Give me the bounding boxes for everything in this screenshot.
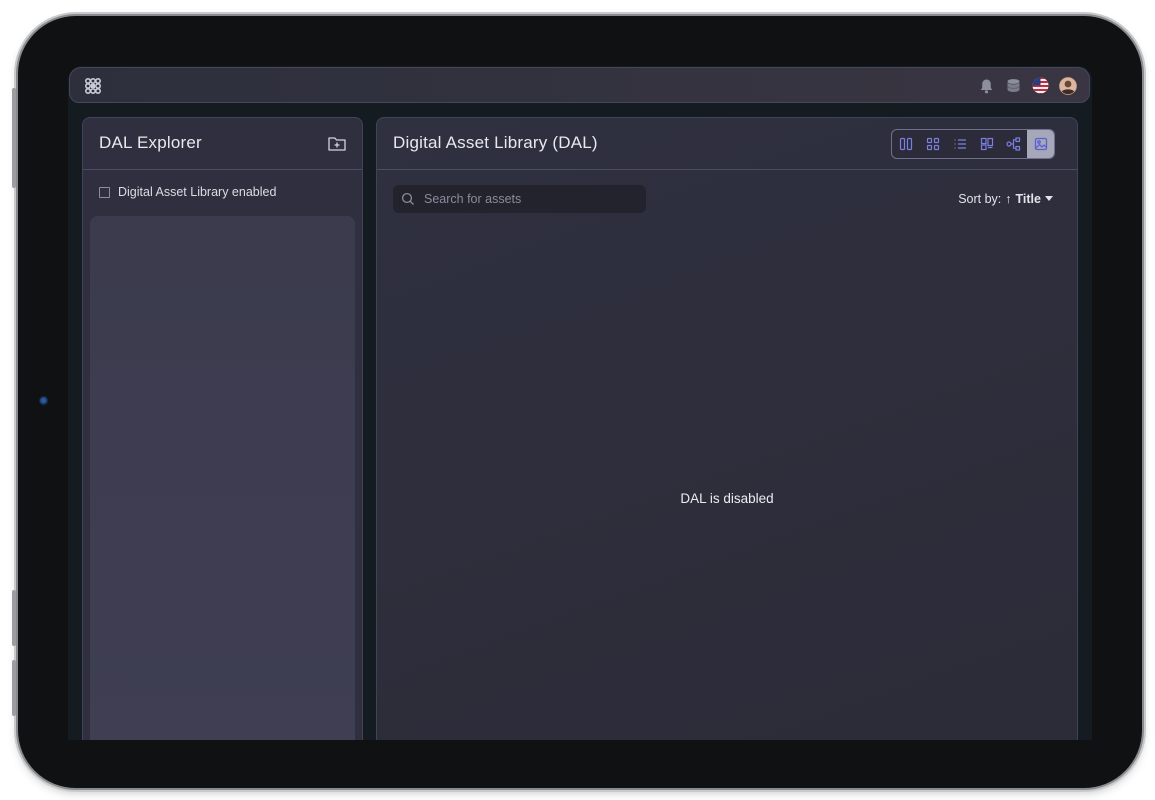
dal-explorer-panel: DAL Explorer Digital Asset Library enabl… bbox=[82, 117, 363, 740]
sort-control[interactable]: Sort by: ↑ Title bbox=[958, 192, 1053, 206]
library-title: Digital Asset Library (DAL) bbox=[393, 133, 598, 152]
explorer-title: DAL Explorer bbox=[99, 133, 202, 152]
database-icon[interactable] bbox=[1004, 76, 1023, 95]
sort-direction-icon[interactable]: ↑ bbox=[1005, 192, 1011, 206]
search-icon bbox=[401, 192, 414, 205]
sort-value[interactable]: Title bbox=[1016, 192, 1041, 206]
top-bar bbox=[69, 67, 1090, 103]
folder-tree[interactable] bbox=[90, 216, 355, 740]
side-button bbox=[12, 660, 16, 716]
app-logo-icon[interactable] bbox=[84, 77, 102, 95]
gallery-view-icon[interactable] bbox=[1027, 130, 1054, 158]
library-header: Digital Asset Library (DAL) bbox=[377, 118, 1077, 170]
sort-label: Sort by: bbox=[958, 192, 1002, 206]
columns-view-icon[interactable] bbox=[892, 130, 919, 158]
bell-icon[interactable] bbox=[977, 76, 996, 95]
chevron-down-icon[interactable] bbox=[1045, 196, 1053, 202]
side-button bbox=[12, 590, 16, 646]
dal-enabled-toggle[interactable]: Digital Asset Library enabled bbox=[99, 185, 276, 199]
tree-view-icon[interactable] bbox=[1000, 130, 1027, 158]
search-input[interactable] bbox=[422, 191, 641, 207]
app-screen: DAL Explorer Digital Asset Library enabl… bbox=[68, 66, 1092, 740]
dal-enabled-label: Digital Asset Library enabled bbox=[118, 185, 277, 199]
side-button bbox=[12, 88, 16, 188]
folder-plus-icon[interactable] bbox=[328, 135, 346, 152]
dal-content-panel: Digital Asset Library (DAL) Search for a… bbox=[376, 117, 1078, 740]
camera bbox=[39, 396, 49, 406]
us-flag-icon[interactable] bbox=[1031, 76, 1050, 95]
empty-state-message: DAL is disabled bbox=[680, 491, 774, 506]
view-mode-toggle bbox=[891, 129, 1055, 159]
explorer-header: DAL Explorer bbox=[83, 118, 362, 170]
user-avatar[interactable] bbox=[1058, 76, 1077, 95]
asset-search bbox=[393, 185, 646, 213]
grid-view-icon[interactable] bbox=[919, 130, 946, 158]
list-view-icon[interactable] bbox=[946, 130, 973, 158]
dal-enabled-checkbox[interactable] bbox=[99, 186, 110, 198]
board-view-icon[interactable] bbox=[973, 130, 1000, 158]
